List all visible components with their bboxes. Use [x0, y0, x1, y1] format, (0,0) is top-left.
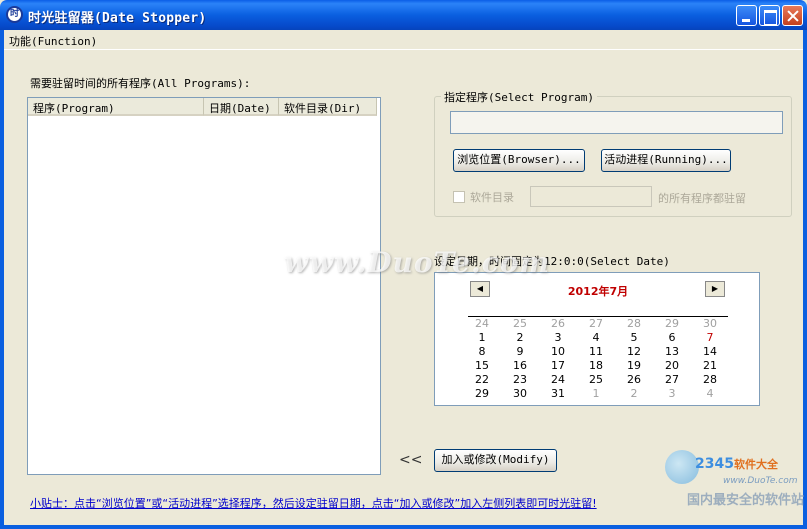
calendar-week-row: 24 25 26 27 28 29 30: [463, 317, 729, 331]
calendar-day[interactable]: 8: [463, 345, 501, 359]
calendar-day[interactable]: 3: [539, 331, 577, 345]
calendar-day[interactable]: 30: [691, 317, 729, 331]
calendar-week-row: 8 9 10 11 12 13 14: [463, 345, 729, 359]
calendar-week-row: 15 16 17 18 19 20 21: [463, 359, 729, 373]
select-program-title: 指定程序(Select Program): [441, 89, 597, 105]
column-header-program[interactable]: 程序(Program): [28, 98, 204, 116]
calendar-day[interactable]: 25: [577, 373, 615, 387]
calendar-day[interactable]: 28: [615, 317, 653, 331]
month-calendar[interactable]: ◀ 2012年7月 ▶ 24 25 26 27 28 29 30 1 2 3 4 5 6 7 8 9 10 11 1…: [434, 272, 760, 406]
calendar-day[interactable]: 22: [463, 373, 501, 387]
window-frame-right: [803, 30, 807, 529]
column-header-date[interactable]: 日期(Date): [204, 98, 279, 116]
calendar-day[interactable]: 27: [653, 373, 691, 387]
logo-brand: 2345软件大全: [695, 456, 778, 472]
calendar-days-grid: 24 25 26 27 28 29 30 1 2 3 4 5 6 7 8 9 10 11 12 13 14 15 16 17 1…: [463, 317, 729, 401]
calendar-day[interactable]: 12: [615, 345, 653, 359]
window-frame-bottom: [0, 525, 807, 529]
list-header: 程序(Program) 日期(Date) 软件目录(Dir): [28, 98, 380, 116]
calendar-day[interactable]: 24: [539, 373, 577, 387]
calendar-day[interactable]: 21: [691, 359, 729, 373]
program-path-field[interactable]: [450, 111, 783, 134]
calendar-day[interactable]: 6: [653, 331, 691, 345]
window-title: 时光驻留器(Date Stopper): [28, 11, 207, 26]
tip-link[interactable]: 小贴士：点击“浏览位置”或“活动进程”选择程序，然后设定驻留日期，点击“加入或修…: [30, 495, 597, 511]
prev-month-button[interactable]: ◀: [470, 281, 490, 297]
calendar-day[interactable]: 9: [501, 345, 539, 359]
calendar-day[interactable]: 30: [501, 387, 539, 401]
calendar-day[interactable]: 23: [501, 373, 539, 387]
window-frame-left: [0, 30, 4, 529]
dir-checkbox-label: 软件目录: [470, 191, 514, 204]
dir-checkbox[interactable]: [453, 191, 465, 203]
logo-brand-text: 软件大全: [733, 458, 778, 471]
calendar-day[interactable]: 29: [653, 317, 691, 331]
calendar-day[interactable]: 28: [691, 373, 729, 387]
calendar-day[interactable]: 14: [691, 345, 729, 359]
calendar-day[interactable]: 3: [653, 387, 691, 401]
calendar-day[interactable]: 16: [501, 359, 539, 373]
column-header-dir[interactable]: 软件目录(Dir): [279, 98, 377, 116]
add-arrows-icon: <<: [399, 452, 423, 468]
calendar-day[interactable]: 1: [463, 331, 501, 345]
calendar-day[interactable]: 10: [539, 345, 577, 359]
calendar-week-row: 22 23 24 25 26 27 28: [463, 373, 729, 387]
calendar-day[interactable]: 13: [653, 345, 691, 359]
calendar-day[interactable]: 24: [463, 317, 501, 331]
calendar-week-row: 1234567: [463, 331, 729, 345]
minimize-button[interactable]: [736, 5, 757, 26]
calendar-day[interactable]: 4: [691, 387, 729, 401]
logo-url: www.DuoTe.com: [723, 476, 798, 486]
logo-number: 2345: [695, 456, 734, 472]
mascot-icon: [665, 450, 699, 484]
calendar-day[interactable]: 1: [577, 387, 615, 401]
running-process-button[interactable]: 活动进程(Running)...: [601, 149, 731, 172]
maximize-button[interactable]: [759, 5, 780, 26]
clock-app-icon[interactable]: 时: [6, 6, 23, 23]
all-programs-label: 需要驻留时间的所有程序(All Programs):: [30, 77, 251, 90]
calendar-week-row: 29 30 31 1 2 3 4: [463, 387, 729, 401]
calendar-day[interactable]: 20: [653, 359, 691, 373]
logo-slogan: 国内最安全的软件站: [687, 493, 805, 508]
calendar-day[interactable]: 4: [577, 331, 615, 345]
programs-list[interactable]: 程序(Program) 日期(Date) 软件目录(Dir): [27, 97, 381, 475]
calendar-day[interactable]: 29: [463, 387, 501, 401]
calendar-day[interactable]: 5: [615, 331, 653, 345]
calendar-month-title[interactable]: 2012年7月: [555, 283, 641, 299]
calendar-day-selected[interactable]: 7: [691, 331, 729, 345]
calendar-day[interactable]: 26: [615, 373, 653, 387]
dir-field[interactable]: [530, 186, 652, 207]
menu-function[interactable]: 功能(Function): [9, 33, 97, 49]
calendar-day[interactable]: 27: [577, 317, 615, 331]
browse-button[interactable]: 浏览位置(Browser)...: [453, 149, 585, 172]
calendar-day[interactable]: 15: [463, 359, 501, 373]
modify-button[interactable]: 加入或修改(Modify): [434, 449, 557, 472]
dir-suffix-label: 的所有程序都驻留: [658, 192, 746, 205]
calendar-day[interactable]: 26: [539, 317, 577, 331]
calendar-day[interactable]: 18: [577, 359, 615, 373]
close-button[interactable]: [782, 5, 803, 26]
next-month-button[interactable]: ▶: [705, 281, 725, 297]
title-bar[interactable]: 时 时光驻留器(Date Stopper): [0, 0, 807, 30]
calendar-day[interactable]: 31: [539, 387, 577, 401]
calendar-day[interactable]: 19: [615, 359, 653, 373]
calendar-day[interactable]: 25: [501, 317, 539, 331]
site-logo: 2345软件大全 www.DuoTe.com 国内最安全的软件站: [665, 448, 805, 508]
calendar-day[interactable]: 11: [577, 345, 615, 359]
calendar-day[interactable]: 17: [539, 359, 577, 373]
menu-bar: 功能(Function): [0, 30, 807, 50]
duote-watermark: www.DuoTe.com: [284, 246, 551, 279]
calendar-day[interactable]: 2: [615, 387, 653, 401]
calendar-day[interactable]: 2: [501, 331, 539, 345]
